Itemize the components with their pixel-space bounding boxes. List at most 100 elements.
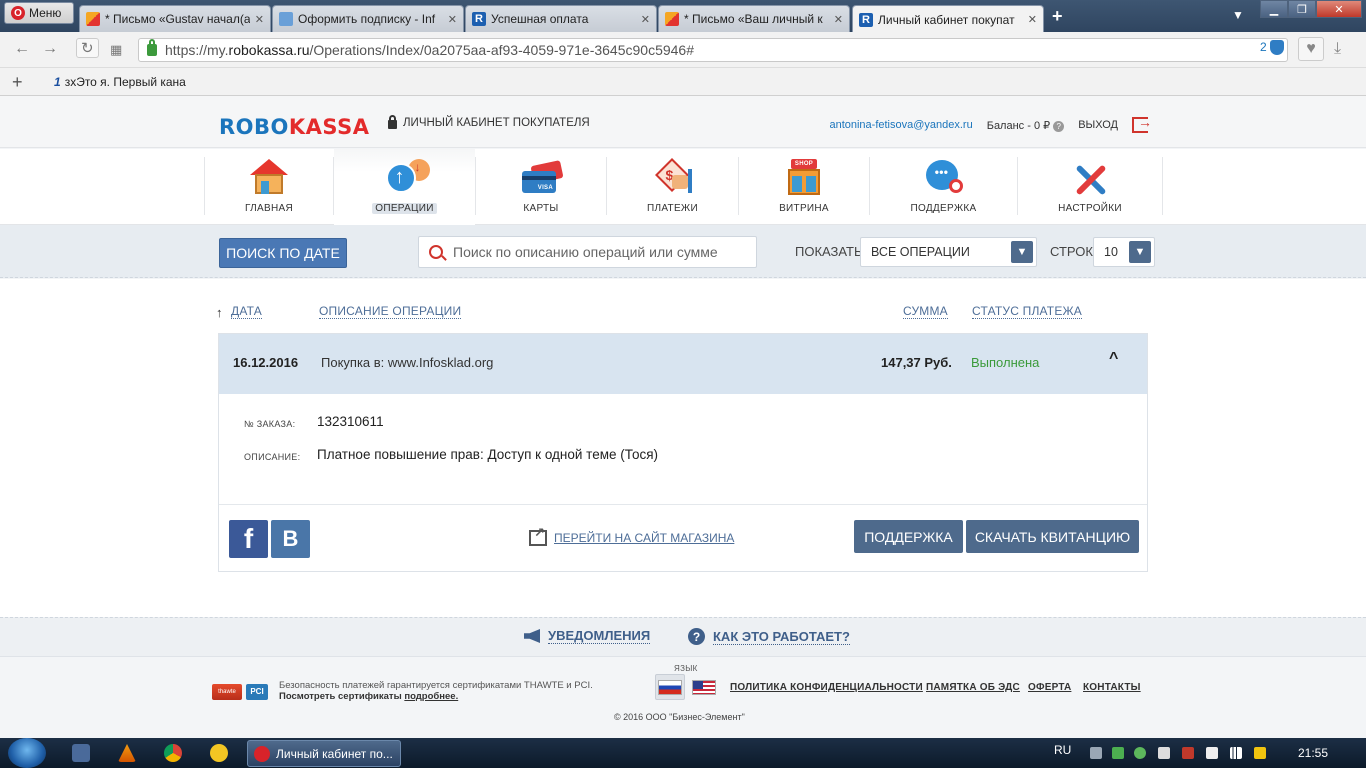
contacts-link[interactable]: КОНТАКТЫ	[1083, 682, 1141, 693]
facebook-share-button[interactable]: f	[229, 520, 268, 558]
keyboard-icon[interactable]	[1090, 747, 1102, 759]
close-tab-icon[interactable]: ✕	[255, 13, 264, 26]
column-header-status[interactable]: СТАТУС ПЛАТЕЖА	[972, 304, 1083, 319]
start-button[interactable]	[8, 738, 46, 768]
clock[interactable]: 21:55	[1298, 746, 1328, 760]
column-header-sum[interactable]: СУММА	[903, 304, 948, 319]
close-tab-icon[interactable]: ✕	[448, 13, 457, 26]
how-it-works-label: КАК ЭТО РАБОТАЕТ?	[713, 628, 850, 645]
url-text: https://my.robokassa.ru/Operations/Index…	[165, 42, 695, 58]
description-label: ОПИСАНИЕ:	[244, 452, 301, 462]
table-row[interactable]: 16.12.2016 Покупка в: www.Infosklad.org …	[219, 334, 1147, 394]
nav-item-operations[interactable]: ↑ ↓ ОПЕРАЦИИ	[334, 149, 475, 225]
column-header-description[interactable]: ОПИСАНИЕ ОПЕРАЦИИ	[319, 304, 462, 319]
robokassa-icon: R	[472, 12, 486, 26]
tab-mail-gustav[interactable]: * Письмо «Gustav начал(а) ✕	[79, 5, 271, 32]
operations-filter-select[interactable]: ВСЕ ОПЕРАЦИИ ▼	[860, 237, 1037, 267]
notifications-link[interactable]: УВЕДОМЛЕНИЯ	[524, 628, 651, 644]
close-tab-icon[interactable]: ✕	[641, 13, 650, 26]
nav-item-payments[interactable]: $ ПЛАТЕЖИ	[607, 149, 738, 225]
1c-icon[interactable]	[210, 744, 228, 762]
opera-icon	[254, 745, 270, 762]
select-value: 10	[1104, 245, 1118, 259]
shield-icon[interactable]	[1270, 40, 1284, 55]
nav-item-showcase[interactable]: SHOP ВИТРИНА	[739, 149, 869, 225]
sort-arrow-icon: ↑	[216, 305, 223, 320]
floppy-icon[interactable]	[72, 744, 90, 762]
forward-icon[interactable]: →	[42, 40, 58, 58]
privacy-policy-link[interactable]: ПОЛИТИКА КОНФИДЕНЦИАЛЬНОСТИ	[730, 682, 923, 693]
vk-share-button[interactable]: В	[271, 520, 310, 558]
offer-link[interactable]: ОФЕРТА	[1028, 682, 1071, 693]
site-header	[0, 96, 1366, 148]
eds-memo-link[interactable]: ПАМЯТКА ОБ ЭДС	[926, 682, 1020, 693]
window-close-icon[interactable]: ✕	[1316, 0, 1362, 18]
add-bookmark-button[interactable]: +	[12, 72, 23, 93]
robokassa-icon: R	[859, 12, 873, 27]
flag-icon[interactable]	[1206, 747, 1218, 759]
bookmark-item[interactable]: 1 зхЭто я. Первый кана	[54, 75, 186, 89]
taskbar-active-window[interactable]: Личный кабинет по...	[247, 740, 401, 767]
volume-icon[interactable]	[1158, 747, 1170, 759]
tab-mail-personal[interactable]: * Письмо «Ваш личный к ✕	[658, 5, 850, 32]
nav-label: ОПЕРАЦИИ	[372, 203, 437, 214]
green-man-icon[interactable]	[1134, 747, 1146, 759]
browser-menu-button[interactable]: O Меню	[4, 2, 74, 24]
url-field[interactable]: https://my.robokassa.ru/Operations/Index…	[138, 38, 1288, 62]
tab-menu-chevron-icon[interactable]: ▼	[1232, 8, 1244, 22]
bookmarks-bar: + 1 зхЭто я. Первый кана	[0, 68, 1366, 96]
back-icon[interactable]: ←	[14, 40, 30, 58]
logout-icon[interactable]	[1132, 114, 1152, 133]
bookmark-heart-icon[interactable]: ♥	[1298, 37, 1324, 61]
shop-link-label: ПЕРЕЙТИ НА САЙТ МАГАЗИНА	[554, 531, 735, 545]
usb-icon[interactable]	[1182, 747, 1194, 759]
more-details-link[interactable]: подробнее.	[404, 691, 458, 702]
payments-icon: $	[652, 157, 694, 197]
shop-icon: SHOP	[783, 157, 825, 197]
user-email-link[interactable]: antonina-fetisova@yandex.ru	[829, 119, 972, 131]
signal-icon[interactable]	[1230, 747, 1242, 759]
collapse-chevron-up-icon[interactable]: ^	[1109, 350, 1118, 368]
nav-item-cards[interactable]: КАРТЫ	[476, 149, 606, 225]
close-tab-icon[interactable]: ✕	[1028, 13, 1037, 26]
robokassa-logo[interactable]: ROBOKASSA	[219, 115, 369, 139]
chrome-icon[interactable]	[164, 744, 182, 762]
chevron-down-icon[interactable]: ▼	[1129, 241, 1151, 263]
vlc-icon[interactable]	[118, 744, 136, 762]
search-by-date-button[interactable]: ПОИСК ПО ДАТЕ	[219, 238, 347, 268]
close-tab-icon[interactable]: ✕	[834, 13, 843, 26]
logout-link[interactable]: ВЫХОД	[1078, 119, 1118, 131]
new-tab-button[interactable]: +	[1052, 6, 1063, 27]
rows-per-page-select[interactable]: 10 ▼	[1093, 237, 1155, 267]
battery-icon[interactable]	[1254, 747, 1266, 759]
download-icon[interactable]: ⤓	[1334, 40, 1341, 58]
input-language[interactable]: RU	[1054, 743, 1071, 757]
tab-subscription[interactable]: Оформить подписку - Inf ✕	[272, 5, 464, 32]
go-to-shop-link[interactable]: ПЕРЕЙТИ НА САЙТ МАГАЗИНА	[529, 525, 735, 546]
reload-icon[interactable]: ↻	[76, 38, 99, 58]
tab-title: * Письмо «Ваш личный к	[684, 12, 823, 26]
mail-icon	[665, 12, 679, 26]
nav-item-settings[interactable]: НАСТРОЙКИ	[1018, 149, 1162, 225]
balance-help-icon[interactable]: ?	[1053, 120, 1065, 132]
support-button[interactable]: ПОДДЕРЖКА	[854, 520, 963, 553]
tab-personal-cabinet[interactable]: R Личный кабинет покупат ✕	[852, 5, 1044, 33]
search-input[interactable]	[453, 244, 743, 260]
russian-flag-icon[interactable]	[658, 680, 682, 695]
nav-item-home[interactable]: ГЛАВНАЯ	[205, 149, 333, 225]
tray-app-icon[interactable]	[1112, 747, 1124, 759]
nav-item-support[interactable]: ••• ПОДДЕРЖКА	[870, 149, 1017, 225]
support-icon: •••	[923, 157, 965, 197]
how-it-works-link[interactable]: ? КАК ЭТО РАБОТАЕТ?	[688, 628, 850, 645]
tab-success-payment[interactable]: R Успешная оплата ✕	[465, 5, 657, 32]
minimize-icon[interactable]: ▁	[1260, 0, 1288, 18]
maximize-icon[interactable]: ❐	[1288, 0, 1316, 18]
extension-badge: 2	[1260, 40, 1267, 54]
nav-label: НАСТРОЙКИ	[1058, 203, 1122, 214]
speed-dial-grid-icon[interactable]: ▦	[110, 42, 122, 58]
column-header-date[interactable]: ДАТА	[231, 304, 262, 319]
download-receipt-button[interactable]: СКАЧАТЬ КВИТАНЦИЮ	[966, 520, 1139, 553]
nav-label: ПОДДЕРЖКА	[910, 203, 977, 214]
chevron-down-icon[interactable]: ▼	[1011, 241, 1033, 263]
us-flag-icon[interactable]	[692, 680, 716, 695]
